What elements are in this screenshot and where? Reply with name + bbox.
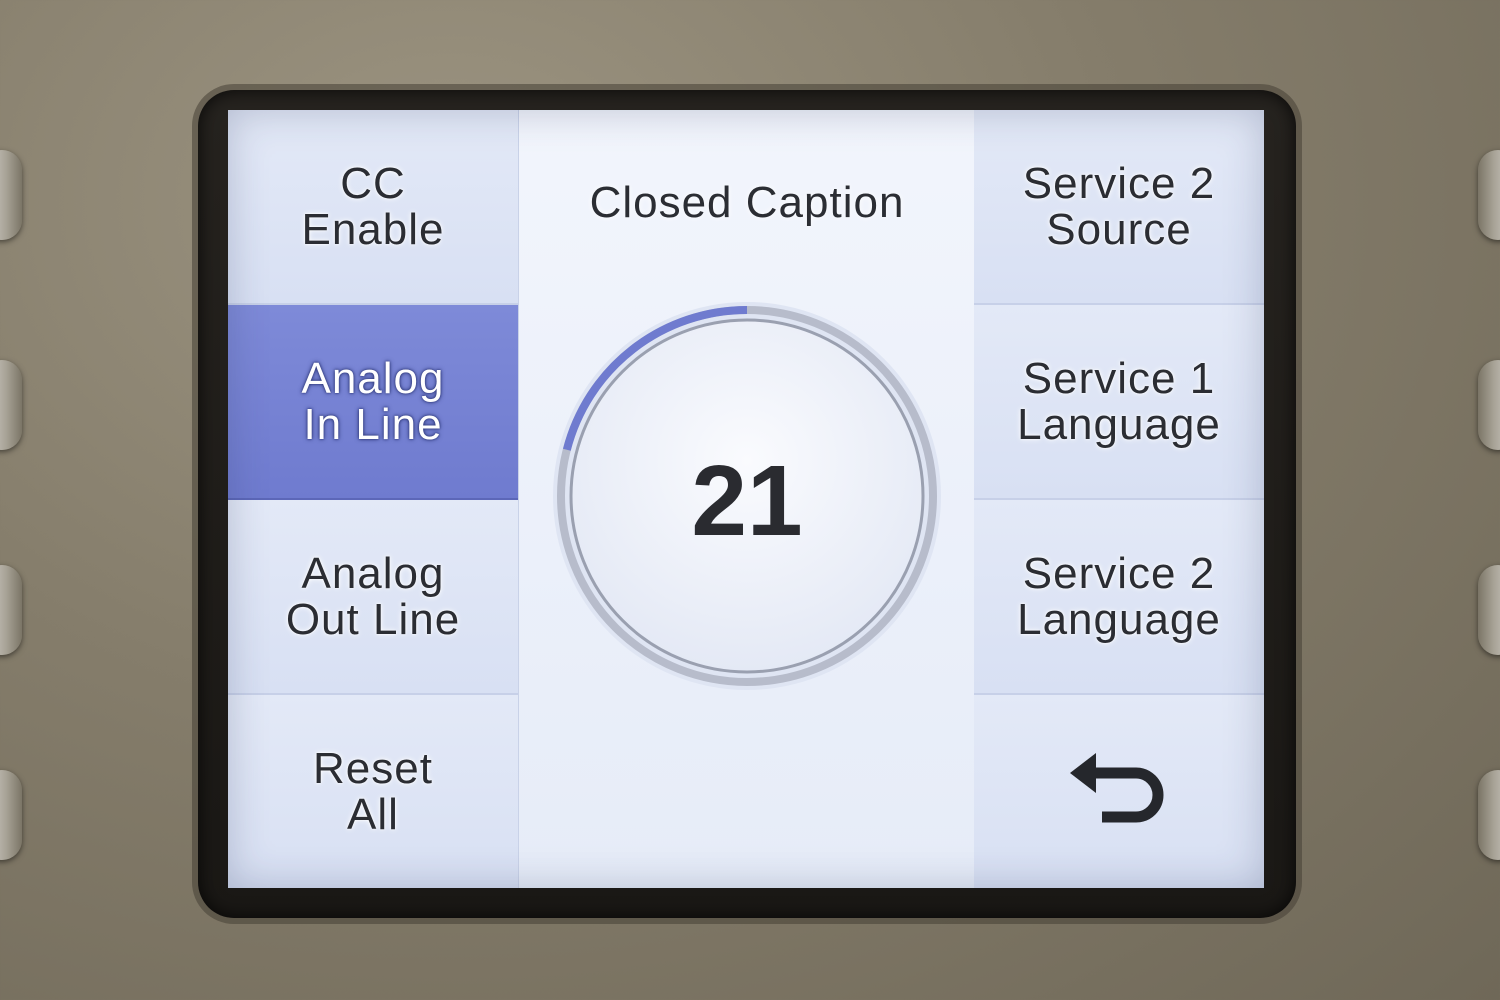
value-dial[interactable]: 21 (549, 298, 945, 694)
right-menu: Service 2 Source Service 1 Language Serv… (974, 110, 1264, 888)
hardware-button-left-3[interactable] (0, 565, 22, 655)
hardware-button-left-4[interactable] (0, 770, 22, 860)
dial-value: 21 (691, 444, 803, 557)
service-2-language-button[interactable]: Service 2 Language (974, 500, 1264, 695)
hardware-button-right-1[interactable] (1478, 150, 1500, 240)
service-2-source-button[interactable]: Service 2 Source (974, 110, 1264, 305)
center-panel: Closed Caption 21 (518, 110, 976, 888)
back-arrow-icon (1070, 752, 1164, 822)
hardware-button-left-2[interactable] (0, 360, 22, 450)
hardware-button-right-3[interactable] (1478, 565, 1500, 655)
analog-in-line-button[interactable]: Analog In Line (228, 305, 518, 500)
hardware-button-right-2[interactable] (1478, 360, 1500, 450)
hardware-button-left-1[interactable] (0, 150, 22, 240)
back-button[interactable] (974, 695, 1264, 888)
service-1-language-button[interactable]: Service 1 Language (974, 305, 1264, 500)
reset-all-button[interactable]: Reset All (228, 695, 518, 888)
left-menu: CC Enable Analog In Line Analog Out Line… (228, 110, 518, 888)
page-title: Closed Caption (589, 178, 905, 227)
hardware-button-right-4[interactable] (1478, 770, 1500, 860)
display-screen: CC Enable Analog In Line Analog Out Line… (228, 110, 1264, 888)
analog-out-line-button[interactable]: Analog Out Line (228, 500, 518, 695)
cc-enable-button[interactable]: CC Enable (228, 110, 518, 305)
